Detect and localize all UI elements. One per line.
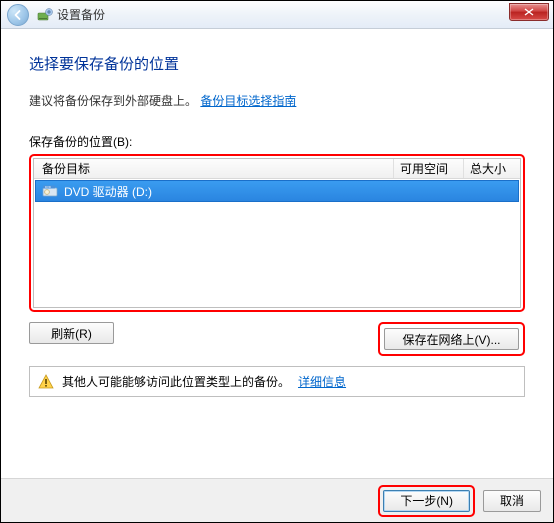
close-icon: [524, 8, 534, 16]
warning-text: 其他人可能能够访问此位置类型上的备份。: [62, 373, 290, 390]
arrow-left-icon: [12, 9, 24, 21]
list-item[interactable]: DVD DVD 驱动器 (D:): [35, 180, 519, 202]
button-row: 刷新(R) 保存在网络上(V)...: [29, 322, 525, 356]
content-area: 选择要保存备份的位置 建议将备份保存到外部硬盘上。 备份目标选择指南 保存备份的…: [1, 29, 553, 397]
warning-box: 其他人可能能够访问此位置类型上的备份。 详细信息: [29, 366, 525, 397]
highlight-frame-next: 下一步(N): [378, 485, 475, 517]
refresh-button[interactable]: 刷新(R): [29, 322, 114, 344]
list-header: 备份目标 可用空间 总大小: [34, 159, 520, 179]
column-space[interactable]: 可用空间: [394, 159, 464, 178]
column-target[interactable]: 备份目标: [34, 159, 394, 178]
highlight-frame-network: 保存在网络上(V)...: [378, 322, 525, 356]
back-button[interactable]: [7, 4, 29, 26]
details-link[interactable]: 详细信息: [298, 373, 346, 390]
close-button[interactable]: [509, 3, 549, 21]
cancel-button[interactable]: 取消: [483, 490, 541, 512]
location-list[interactable]: 备份目标 可用空间 总大小 DVD DVD 驱动器 (D:): [33, 158, 521, 308]
backup-icon: [37, 7, 53, 23]
titlebar: 设置备份: [1, 1, 553, 29]
hint-row: 建议将备份保存到外部硬盘上。 备份目标选择指南: [29, 92, 525, 109]
guide-link[interactable]: 备份目标选择指南: [200, 94, 296, 108]
list-label: 保存备份的位置(B):: [29, 133, 525, 150]
svg-text:DVD: DVD: [45, 185, 51, 189]
column-size[interactable]: 总大小: [464, 159, 520, 178]
page-title: 选择要保存备份的位置: [29, 53, 525, 74]
window-title: 设置备份: [57, 6, 105, 23]
warning-icon: [38, 374, 54, 390]
next-button[interactable]: 下一步(N): [383, 490, 470, 512]
drive-label: DVD 驱动器 (D:): [64, 183, 152, 200]
highlight-frame-list: 备份目标 可用空间 总大小 DVD DVD 驱动器 (D:): [29, 154, 525, 312]
hint-text: 建议将备份保存到外部硬盘上。: [29, 94, 197, 108]
window: 设置备份 选择要保存备份的位置 建议将备份保存到外部硬盘上。 备份目标选择指南 …: [0, 0, 554, 523]
footer: 下一步(N) 取消: [1, 478, 553, 522]
dvd-drive-icon: DVD: [42, 183, 58, 199]
save-on-network-button[interactable]: 保存在网络上(V)...: [384, 328, 519, 350]
